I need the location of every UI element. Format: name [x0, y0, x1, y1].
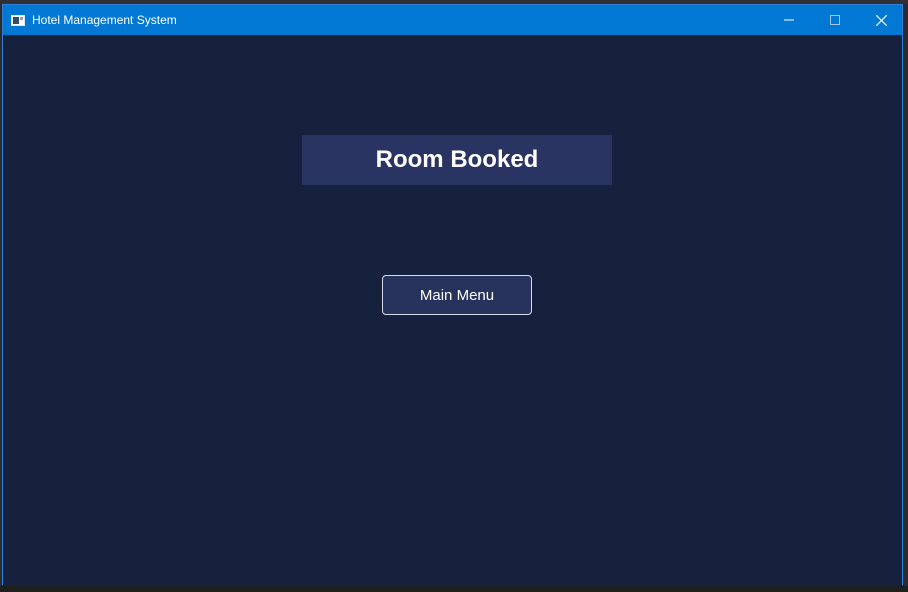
- desktop-bottom-edge: [0, 586, 908, 592]
- room-booked-heading: Room Booked: [302, 135, 612, 185]
- maximize-icon: [830, 15, 840, 25]
- maximize-button[interactable]: [812, 5, 858, 35]
- main-menu-button[interactable]: Main Menu: [382, 275, 532, 315]
- app-window: Hotel Management System Room Booked Main…: [2, 4, 903, 586]
- title-bar[interactable]: Hotel Management System: [3, 5, 902, 35]
- minimize-button[interactable]: [766, 5, 812, 35]
- close-icon: [876, 15, 887, 26]
- desktop: Hotel Management System Room Booked Main…: [0, 0, 908, 592]
- app-window-icon: [11, 13, 25, 26]
- close-button[interactable]: [858, 5, 904, 35]
- window-title: Hotel Management System: [32, 13, 177, 27]
- window-content: Room Booked Main Menu: [3, 35, 902, 586]
- minimize-icon: [784, 19, 794, 21]
